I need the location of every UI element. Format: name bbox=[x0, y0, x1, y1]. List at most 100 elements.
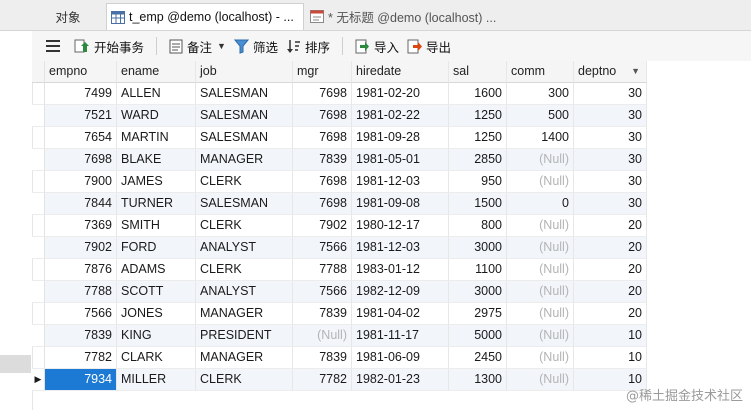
cell-sal[interactable]: 2850 bbox=[449, 149, 507, 171]
cell-comm[interactable]: (Null) bbox=[507, 281, 574, 303]
tab-t-emp[interactable]: t_emp @demo (localhost) - ... bbox=[106, 3, 304, 30]
cell-mgr[interactable]: 7839 bbox=[293, 149, 352, 171]
cell-mgr[interactable]: 7698 bbox=[293, 171, 352, 193]
cell-hiredate[interactable]: 1981-12-03 bbox=[352, 171, 449, 193]
table-row[interactable]: 7369 SMITH CLERK 7902 1980-12-17 800 (Null) 20 bbox=[32, 215, 647, 237]
column-header-mgr[interactable]: mgr bbox=[293, 61, 352, 83]
table-row[interactable]: 7499 ALLEN SALESMAN 7698 1981-02-20 1600 300 30 bbox=[32, 83, 647, 105]
cell-empno[interactable]: 7876 bbox=[45, 259, 117, 281]
cell-job[interactable]: SALESMAN bbox=[196, 105, 293, 127]
row-indicator[interactable] bbox=[32, 303, 45, 325]
cell-hiredate[interactable]: 1981-04-02 bbox=[352, 303, 449, 325]
cell-hiredate[interactable]: 1980-12-17 bbox=[352, 215, 449, 237]
cell-mgr[interactable]: 7566 bbox=[293, 237, 352, 259]
column-header-sal[interactable]: sal bbox=[449, 61, 507, 83]
cell-job[interactable]: MANAGER bbox=[196, 347, 293, 369]
cell-comm[interactable]: (Null) bbox=[507, 215, 574, 237]
cell-empno[interactable]: 7839 bbox=[45, 325, 117, 347]
cell-ename[interactable]: SMITH bbox=[117, 215, 196, 237]
cell-mgr[interactable]: (Null) bbox=[293, 325, 352, 347]
tab-untitled-query[interactable]: * 无标题 @demo (localhost) ... bbox=[306, 3, 506, 30]
column-header-deptno[interactable]: deptno ▼ bbox=[574, 61, 647, 83]
cell-sal[interactable]: 2975 bbox=[449, 303, 507, 325]
cell-ename[interactable]: ALLEN bbox=[117, 83, 196, 105]
begin-transaction-button[interactable]: 开始事务 bbox=[70, 34, 148, 58]
cell-deptno[interactable]: 20 bbox=[574, 259, 647, 281]
cell-sal[interactable]: 1100 bbox=[449, 259, 507, 281]
cell-comm[interactable]: 1400 bbox=[507, 127, 574, 149]
cell-deptno[interactable]: 30 bbox=[574, 171, 647, 193]
cell-job[interactable]: SALESMAN bbox=[196, 127, 293, 149]
cell-ename[interactable]: ADAMS bbox=[117, 259, 196, 281]
cell-job[interactable]: CLERK bbox=[196, 215, 293, 237]
cell-mgr[interactable]: 7566 bbox=[293, 281, 352, 303]
row-indicator[interactable] bbox=[32, 215, 45, 237]
table-row[interactable]: 7844 TURNER SALESMAN 7698 1981-09-08 1500 0 30 bbox=[32, 193, 647, 215]
cell-ename[interactable]: BLAKE bbox=[117, 149, 196, 171]
cell-ename[interactable]: CLARK bbox=[117, 347, 196, 369]
cell-deptno[interactable]: 30 bbox=[574, 149, 647, 171]
cell-comm[interactable]: (Null) bbox=[507, 149, 574, 171]
cell-job[interactable]: CLERK bbox=[196, 259, 293, 281]
cell-sal[interactable]: 1250 bbox=[449, 127, 507, 149]
cell-comm[interactable]: (Null) bbox=[507, 369, 574, 391]
cell-ename[interactable]: JONES bbox=[117, 303, 196, 325]
cell-comm[interactable]: (Null) bbox=[507, 259, 574, 281]
cell-ename[interactable]: KING bbox=[117, 325, 196, 347]
cell-hiredate[interactable]: 1981-05-01 bbox=[352, 149, 449, 171]
cell-mgr[interactable]: 7839 bbox=[293, 347, 352, 369]
cell-job[interactable]: SALESMAN bbox=[196, 83, 293, 105]
cell-sal[interactable]: 1500 bbox=[449, 193, 507, 215]
cell-sal[interactable]: 3000 bbox=[449, 281, 507, 303]
row-indicator[interactable] bbox=[32, 171, 45, 193]
cell-hiredate[interactable]: 1982-12-09 bbox=[352, 281, 449, 303]
cell-mgr[interactable]: 7839 bbox=[293, 303, 352, 325]
cell-comm[interactable]: (Null) bbox=[507, 325, 574, 347]
cell-empno[interactable]: 7788 bbox=[45, 281, 117, 303]
cell-comm[interactable]: (Null) bbox=[507, 171, 574, 193]
row-indicator[interactable] bbox=[32, 259, 45, 281]
cell-empno[interactable]: 7900 bbox=[45, 171, 117, 193]
cell-mgr[interactable]: 7902 bbox=[293, 215, 352, 237]
cell-job[interactable]: MANAGER bbox=[196, 303, 293, 325]
column-header-hiredate[interactable]: hiredate bbox=[352, 61, 449, 83]
cell-empno[interactable]: 7934 bbox=[45, 369, 117, 391]
table-row[interactable]: 7876 ADAMS CLERK 7788 1983-01-12 1100 (Null) 20 bbox=[32, 259, 647, 281]
cell-hiredate[interactable]: 1981-06-09 bbox=[352, 347, 449, 369]
cell-deptno[interactable]: 30 bbox=[574, 127, 647, 149]
cell-ename[interactable]: JAMES bbox=[117, 171, 196, 193]
cell-mgr[interactable]: 7698 bbox=[293, 193, 352, 215]
cell-deptno[interactable]: 10 bbox=[574, 347, 647, 369]
cell-comm[interactable]: 500 bbox=[507, 105, 574, 127]
menu-icon[interactable] bbox=[46, 40, 60, 52]
table-row[interactable]: ▶ 7934 MILLER CLERK 7782 1982-01-23 1300 (Null)… bbox=[32, 369, 647, 391]
sort-descending-icon[interactable]: ▼ bbox=[631, 61, 640, 82]
row-indicator[interactable] bbox=[32, 105, 45, 127]
cell-hiredate[interactable]: 1983-01-12 bbox=[352, 259, 449, 281]
cell-sal[interactable]: 2450 bbox=[449, 347, 507, 369]
cell-empno[interactable]: 7782 bbox=[45, 347, 117, 369]
cell-job[interactable]: ANALYST bbox=[196, 281, 293, 303]
row-indicator[interactable] bbox=[32, 347, 45, 369]
cell-empno[interactable]: 7499 bbox=[45, 83, 117, 105]
row-indicator[interactable] bbox=[32, 237, 45, 259]
cell-ename[interactable]: SCOTT bbox=[117, 281, 196, 303]
cell-ename[interactable]: FORD bbox=[117, 237, 196, 259]
cell-comm[interactable]: (Null) bbox=[507, 237, 574, 259]
cell-deptno[interactable]: 10 bbox=[574, 325, 647, 347]
cell-sal[interactable]: 1250 bbox=[449, 105, 507, 127]
export-button[interactable]: 导出 bbox=[403, 34, 455, 58]
cell-ename[interactable]: TURNER bbox=[117, 193, 196, 215]
cell-ename[interactable]: MILLER bbox=[117, 369, 196, 391]
cell-empno[interactable]: 7902 bbox=[45, 237, 117, 259]
sort-button[interactable]: 排序 bbox=[282, 34, 334, 58]
cell-mgr[interactable]: 7788 bbox=[293, 259, 352, 281]
table-row[interactable]: 7900 JAMES CLERK 7698 1981-12-03 950 (Null) 30 bbox=[32, 171, 647, 193]
cell-job[interactable]: CLERK bbox=[196, 369, 293, 391]
tab-objects[interactable]: 对象 bbox=[32, 3, 104, 30]
cell-job[interactable]: CLERK bbox=[196, 171, 293, 193]
cell-job[interactable]: PRESIDENT bbox=[196, 325, 293, 347]
cell-sal[interactable]: 800 bbox=[449, 215, 507, 237]
cell-deptno[interactable]: 20 bbox=[574, 215, 647, 237]
cell-empno[interactable]: 7698 bbox=[45, 149, 117, 171]
